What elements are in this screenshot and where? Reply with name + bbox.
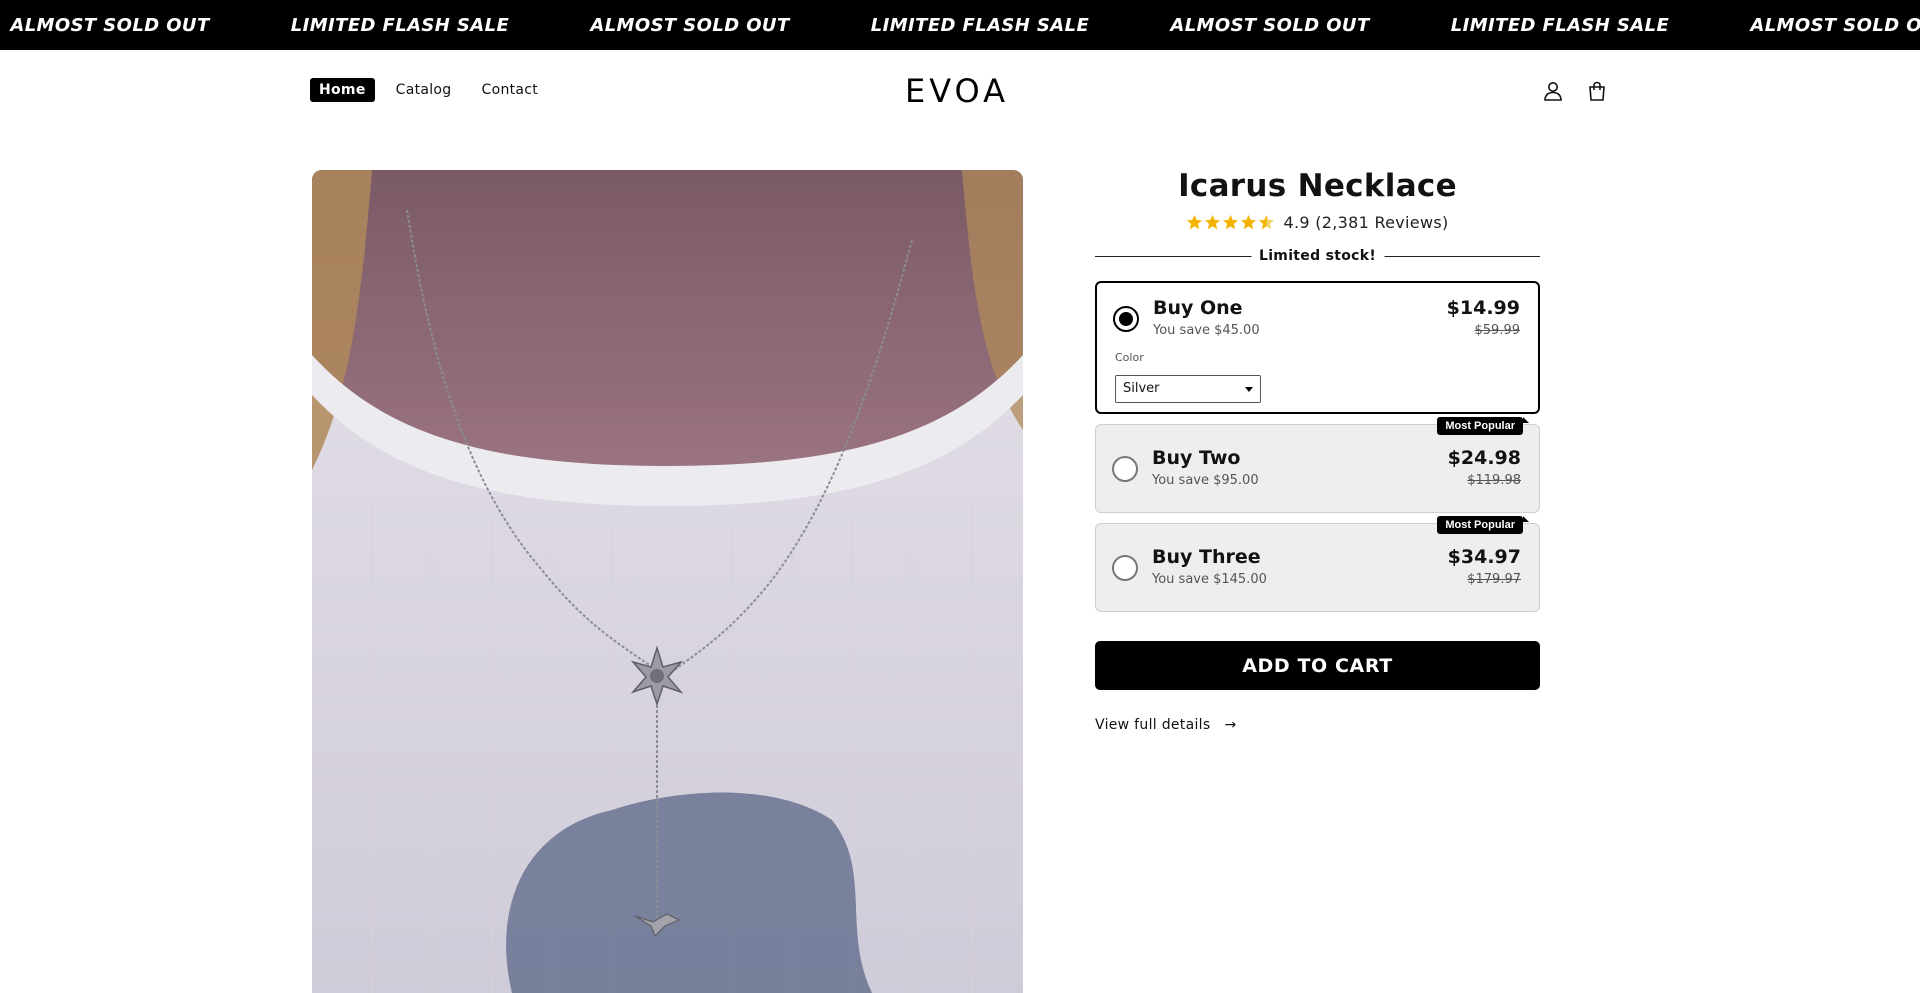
stock-divider: Limited stock!: [1095, 248, 1540, 264]
option-savings: You save $45.00: [1153, 323, 1260, 338]
option-price: $24.98: [1447, 447, 1521, 469]
add-to-cart-button[interactable]: ADD TO CART: [1095, 641, 1540, 690]
view-details-label: View full details: [1095, 717, 1211, 733]
cart-icon[interactable]: [1586, 80, 1608, 102]
stock-label: Limited stock!: [1250, 248, 1385, 264]
option-compare-price: $179.97: [1467, 572, 1521, 587]
option-savings: You save $95.00: [1152, 473, 1259, 488]
bundle-option-one[interactable]: Buy One You save $45.00 $14.99 $59.99 Co…: [1095, 281, 1540, 414]
product-image[interactable]: [312, 170, 1023, 993]
marquee-item: LIMITED FLASH SALE: [290, 14, 510, 36]
star-icon: [1223, 214, 1239, 229]
radio-selected[interactable]: [1113, 306, 1139, 332]
nav-catalog[interactable]: Catalog: [387, 78, 461, 102]
product-title: Icarus Necklace: [1178, 168, 1457, 204]
bundle-option-three[interactable]: Most Popular Buy Three You save $145.00 …: [1095, 516, 1540, 612]
nav-home[interactable]: Home: [310, 78, 375, 102]
option-title: Buy One: [1153, 297, 1243, 319]
site-header: Home Catalog Contact EVOA: [0, 50, 1920, 134]
radio-unselected[interactable]: [1112, 456, 1138, 482]
necklace-photo: [312, 170, 1023, 993]
option-price: $34.97: [1447, 546, 1521, 568]
color-select[interactable]: Silver: [1115, 375, 1261, 403]
option-compare-price: $59.99: [1474, 323, 1521, 338]
option-compare-price: $119.98: [1467, 473, 1521, 488]
option-title: Buy Three: [1152, 546, 1261, 568]
marquee-item: ALMOST SOLD OUT: [1750, 14, 1920, 36]
radio-unselected[interactable]: [1112, 555, 1138, 581]
nav-contact[interactable]: Contact: [473, 78, 548, 102]
bundle-option-two[interactable]: Most Popular Buy Two You save $95.00 $24…: [1095, 417, 1540, 513]
marquee-track: ALMOST SOLD OUT LIMITED FLASH SALE ALMOS…: [0, 0, 1920, 50]
star-icon: [1187, 214, 1203, 229]
option-title: Buy Two: [1152, 447, 1241, 469]
star-icon: [1241, 214, 1257, 229]
caret-down-icon: [1245, 387, 1253, 392]
color-select-value: Silver: [1123, 381, 1160, 396]
announcement-marquee: ALMOST SOLD OUT LIMITED FLASH SALE ALMOS…: [0, 0, 1920, 50]
rating-row[interactable]: 4.9 (2,381 Reviews): [1095, 212, 1540, 232]
option-price: $14.99: [1446, 297, 1520, 319]
view-details-link[interactable]: View full details →: [1095, 717, 1540, 733]
account-icon[interactable]: [1542, 80, 1564, 102]
rating-stars: [1186, 214, 1275, 231]
store-logo[interactable]: EVOA: [894, 72, 1020, 110]
marquee-item: ALMOST SOLD OUT: [1170, 14, 1370, 36]
marquee-item: ALMOST SOLD OUT: [590, 14, 790, 36]
most-popular-badge: Most Popular: [1437, 417, 1529, 435]
color-label: Color: [1115, 351, 1144, 364]
header-icons: [1542, 80, 1608, 102]
rating-text: 4.9 (2,381 Reviews): [1283, 212, 1449, 232]
marquee-item: ALMOST SOLD OUT: [10, 14, 210, 36]
main-nav: Home Catalog Contact: [310, 78, 547, 102]
option-savings: You save $145.00: [1152, 572, 1267, 587]
marquee-item: LIMITED FLASH SALE: [870, 14, 1090, 36]
arrow-right-icon: →: [1224, 717, 1237, 733]
half-star-icon: [1259, 214, 1275, 229]
most-popular-badge: Most Popular: [1437, 516, 1529, 534]
star-icon: [1205, 214, 1221, 229]
marquee-item: LIMITED FLASH SALE: [1450, 14, 1670, 36]
product-info: Icarus Necklace 4.9 (2,381 Reviews) Limi…: [1095, 168, 1540, 733]
